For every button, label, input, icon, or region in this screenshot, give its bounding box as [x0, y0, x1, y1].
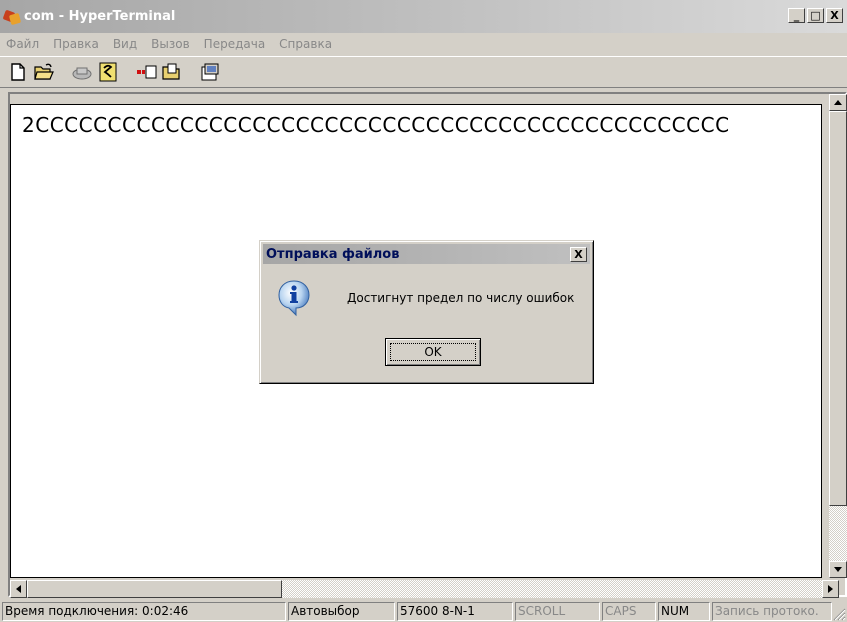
menu-transfer[interactable]: Передача [204, 37, 266, 51]
toolbar [0, 56, 847, 88]
menu-view[interactable]: Вид [113, 37, 137, 51]
arrow-up-icon [834, 100, 842, 105]
horizontal-scrollbar[interactable] [10, 580, 839, 598]
open-button[interactable] [32, 61, 56, 84]
menu-edit[interactable]: Правка [53, 37, 99, 51]
send-file-icon [137, 65, 157, 79]
send-button[interactable] [134, 61, 158, 84]
menu-bar: Файл Правка Вид Вызов Передача Справка [0, 33, 847, 55]
terminal-output-line: 2CCCCCCCCCCCCCCCCCCCCCCCCCCCCCCCCCCCCCCC… [22, 113, 730, 137]
scroll-down-button[interactable] [829, 561, 847, 578]
hyperterminal-app-icon[interactable] [2, 8, 22, 26]
close-button[interactable]: X [826, 8, 843, 23]
call-button[interactable] [70, 61, 94, 84]
status-connect-time: Время подключения: 0:02:46 [2, 601, 286, 621]
status-detect: Автовыбор [288, 601, 395, 621]
ok-button[interactable]: OK [385, 338, 481, 366]
dialog-title: Отправка файлов [266, 246, 400, 262]
disconnect-button[interactable] [96, 61, 120, 84]
scroll-up-button[interactable] [829, 94, 847, 111]
new-button[interactable] [6, 61, 30, 84]
receive-button[interactable] [160, 61, 184, 84]
info-icon [278, 280, 310, 317]
arrow-left-icon [16, 585, 21, 593]
send-file-dialog: Отправка файлов X Достигнут предел по чи… [259, 240, 594, 384]
focus-rect [390, 343, 476, 361]
resize-grip-icon[interactable] [832, 607, 846, 621]
menu-file[interactable]: Файл [6, 37, 39, 51]
status-port-settings: 57600 8-N-1 [397, 601, 513, 621]
new-document-icon [11, 63, 25, 81]
status-caps: CAPS [602, 601, 656, 621]
receive-file-icon [162, 63, 180, 80]
arrow-down-icon [834, 567, 842, 572]
vertical-scrollbar[interactable] [829, 94, 847, 578]
arrow-right-icon [828, 585, 833, 593]
dialog-message: Достигнут предел по числу ошибок [347, 291, 575, 305]
dialog-close-button[interactable]: X [570, 247, 587, 262]
maximize-button[interactable]: □ [807, 8, 824, 23]
status-scroll: SCROLL [515, 601, 600, 621]
scroll-right-button[interactable] [822, 580, 839, 598]
status-bar: Время подключения: 0:02:46 Автовыбор 576… [0, 600, 847, 622]
status-capture: Запись протоко. [712, 601, 832, 621]
open-folder-icon [34, 63, 54, 80]
vertical-scroll-thumb[interactable] [829, 111, 847, 506]
title-bar[interactable]: com - HyperTerminal _ □ X [0, 0, 847, 33]
minimize-button[interactable]: _ [788, 8, 805, 23]
dialog-title-bar[interactable]: Отправка файлов X [263, 244, 590, 264]
disconnect-icon [99, 62, 117, 82]
properties-icon [201, 63, 219, 81]
phone-call-icon [72, 67, 92, 80]
properties-button[interactable] [198, 61, 222, 84]
hyperterminal-window: com - HyperTerminal _ □ X Файл Правка Ви… [0, 0, 847, 622]
menu-help[interactable]: Справка [279, 37, 332, 51]
status-num: NUM [658, 601, 710, 621]
scroll-left-button[interactable] [10, 580, 27, 598]
horizontal-scroll-thumb[interactable] [27, 580, 282, 598]
menu-call[interactable]: Вызов [151, 37, 190, 51]
window-title: com - HyperTerminal [24, 9, 176, 24]
